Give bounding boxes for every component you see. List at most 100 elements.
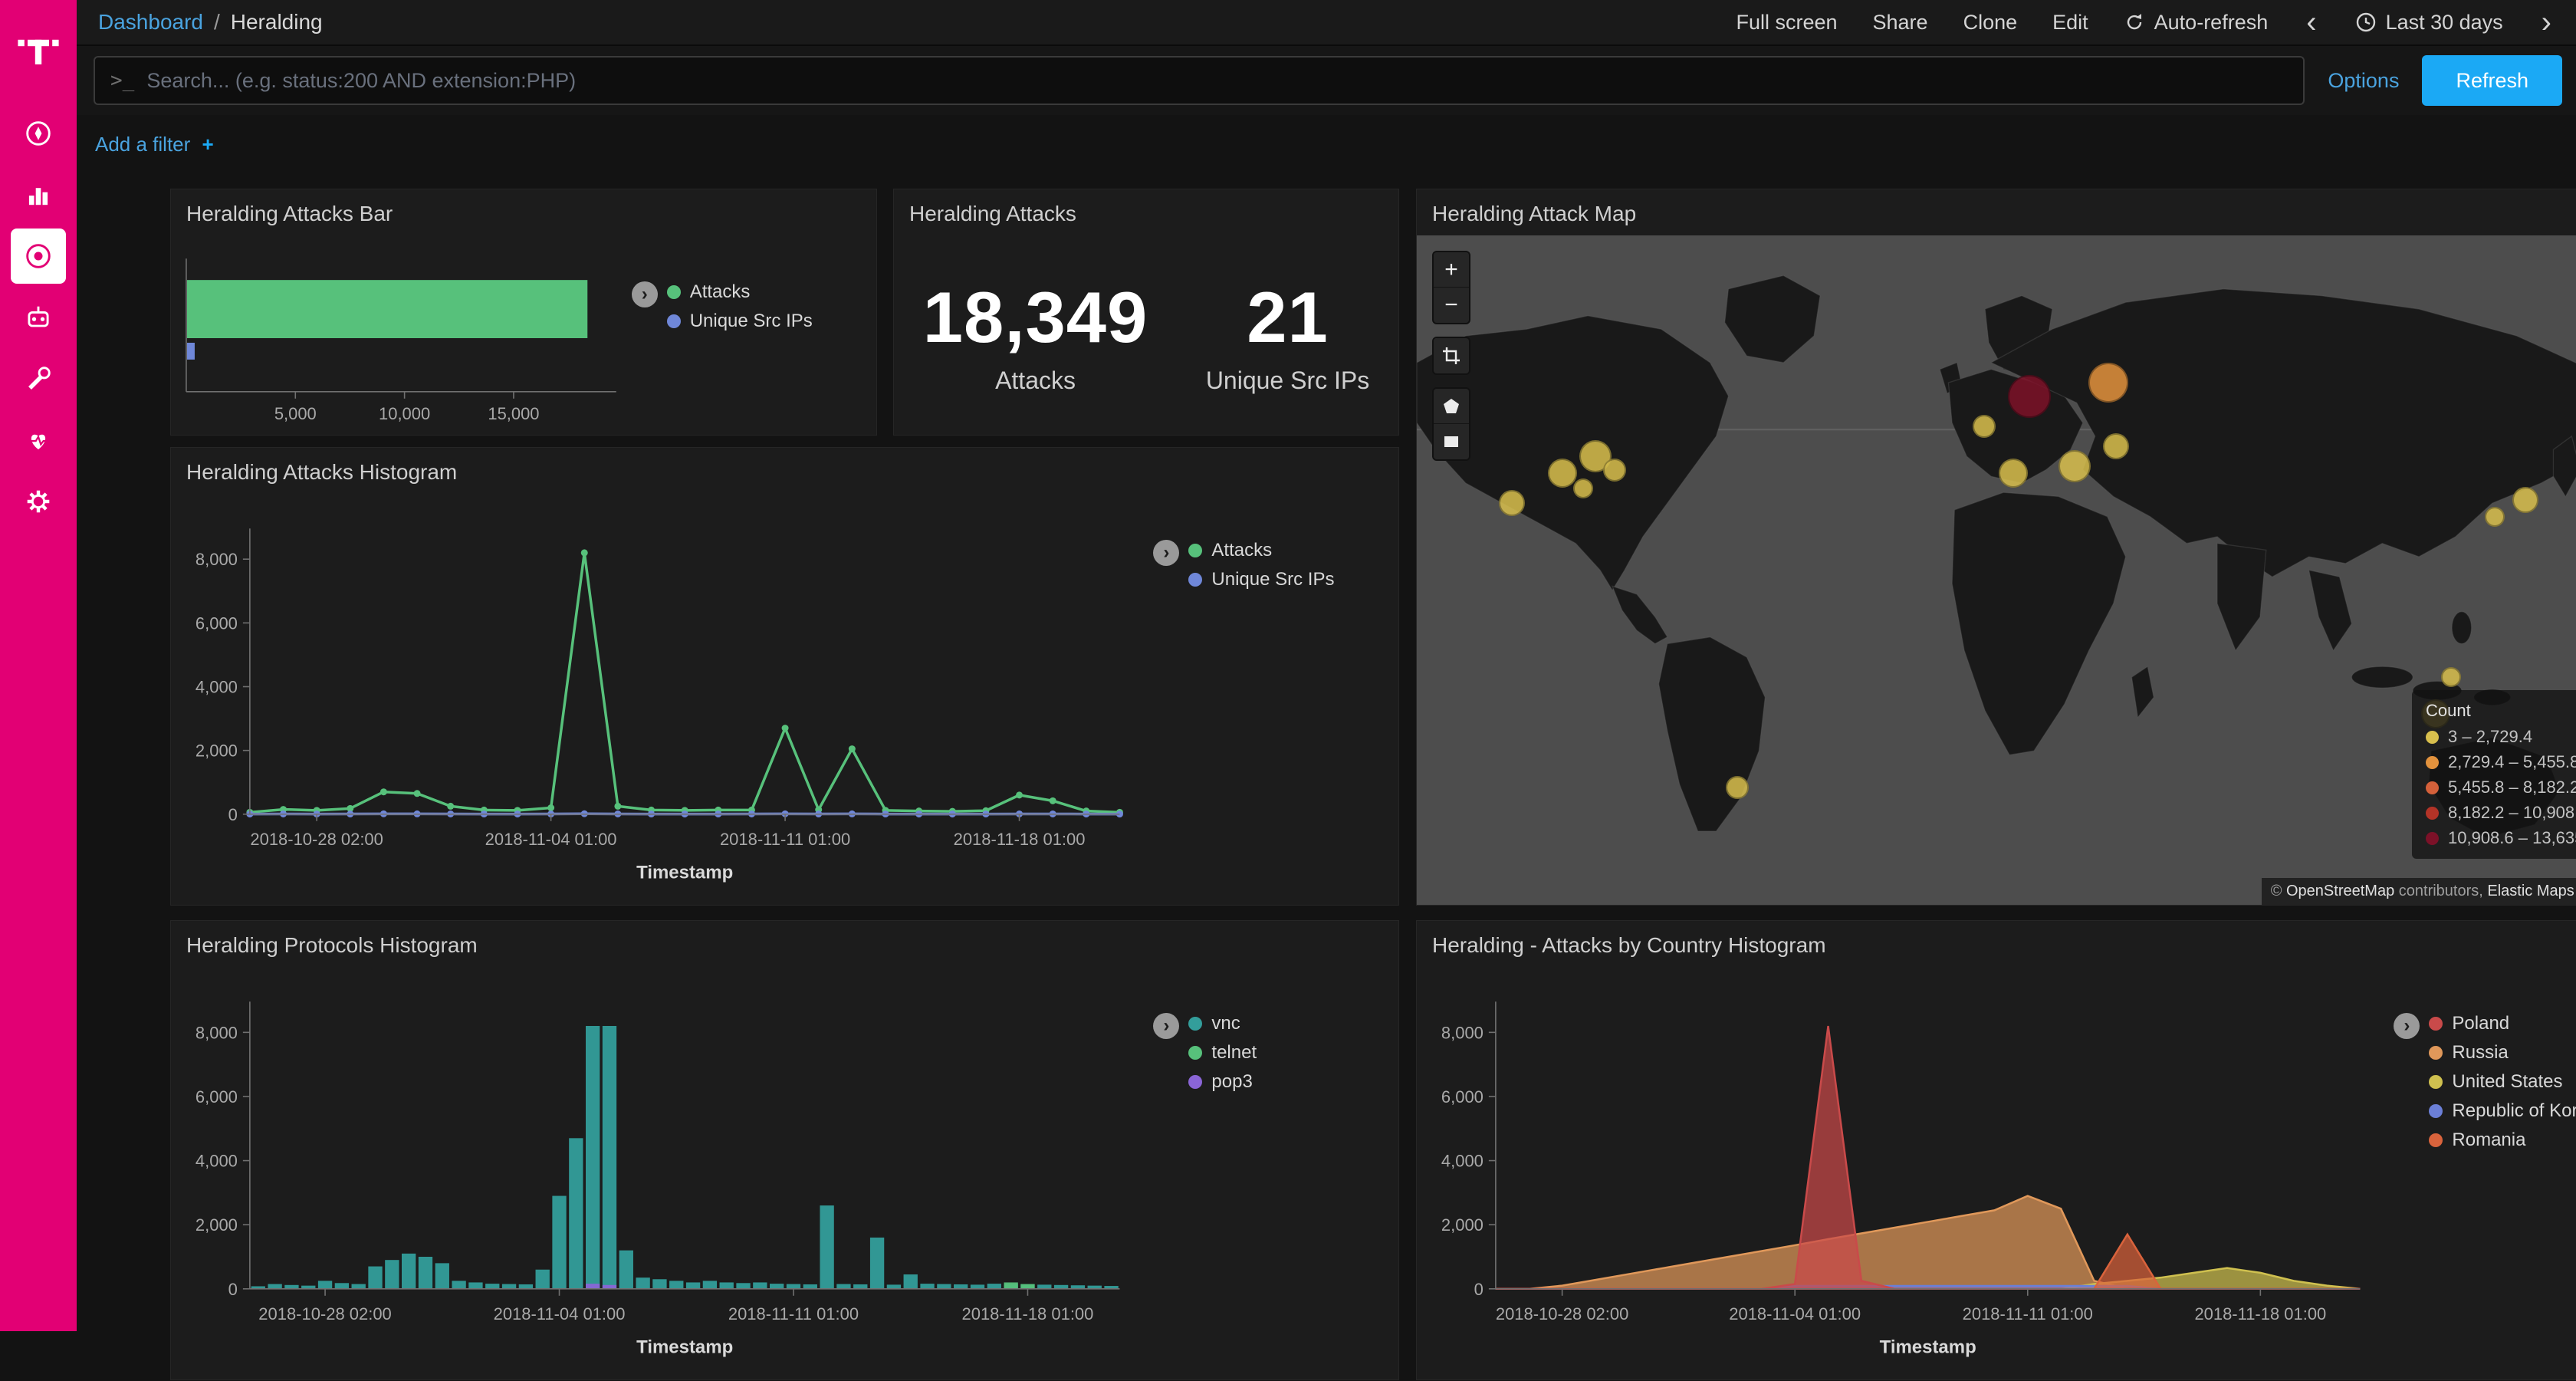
sidebar-item-discover[interactable] (11, 106, 66, 161)
legend-item[interactable]: Russia (2429, 1042, 2576, 1064)
draw-rectangle-button[interactable] (1434, 424, 1469, 459)
sidebar-item-devtools[interactable] (11, 351, 66, 406)
share-button[interactable]: Share (1873, 11, 1928, 35)
legend-toggle-icon[interactable]: › (1153, 1013, 1179, 1039)
legend-item[interactable]: Unique Src IPs (1188, 569, 1334, 590)
country-area-chart[interactable]: 02,0004,0006,0008,0002018-10-28 02:00201… (1417, 967, 2394, 1381)
svg-text:0: 0 (228, 1280, 238, 1299)
map-marker[interactable] (2103, 433, 2129, 459)
svg-text:15,000: 15,000 (488, 404, 539, 423)
zoom-in-button[interactable]: + (1434, 252, 1469, 288)
sidebar-item-management[interactable] (11, 474, 66, 529)
map-marker[interactable] (1603, 459, 1626, 482)
gear-icon (21, 485, 55, 518)
sidebar-item-visualize[interactable] (11, 167, 66, 222)
legend-item[interactable]: Attacks (667, 281, 813, 303)
map-legend-dot (2426, 807, 2439, 820)
legend-label: Russia (2452, 1042, 2508, 1064)
legend-label: Romania (2452, 1129, 2525, 1151)
legend-item[interactable]: Romania (2429, 1129, 2576, 1151)
map-marker[interactable] (2512, 487, 2538, 513)
legend-color-dot (2429, 1046, 2443, 1060)
attacks-line-chart[interactable]: 02,0004,0006,0008,0002018-10-28 02:00201… (171, 494, 1153, 906)
map-marker[interactable] (1548, 459, 1577, 488)
svg-text:6,000: 6,000 (196, 613, 238, 633)
svg-text:Timestamp: Timestamp (1880, 1337, 1976, 1358)
map-marker[interactable] (1499, 490, 1525, 516)
add-filter-link[interactable]: Add a filter + (95, 133, 214, 156)
svg-text:2,000: 2,000 (1441, 1215, 1484, 1235)
sidebar-item-dashboard[interactable] (11, 229, 66, 284)
panel-attack-map: Heralding Attack Map (1416, 189, 2576, 906)
sidebar-item-monitoring[interactable] (11, 413, 66, 468)
legend-item[interactable]: pop3 (1188, 1071, 1257, 1093)
telekom-logo (17, 6, 60, 90)
legend-toggle-icon[interactable]: › (2394, 1013, 2420, 1039)
panel-protocols-histogram: Heralding Protocols Histogram 02,0004,00… (170, 920, 1399, 1380)
metric-label: Attacks (923, 367, 1148, 395)
map-marker[interactable] (2008, 375, 2051, 418)
legend-item[interactable]: United States (2429, 1071, 2576, 1093)
draw-polygon-button[interactable] (1434, 389, 1469, 424)
svg-text:Timestamp: Timestamp (636, 863, 733, 883)
search-bar: >_ Options Refresh (77, 46, 2576, 115)
search-input[interactable] (146, 69, 2288, 93)
breadcrumb-dashboard-link[interactable]: Dashboard (98, 10, 203, 35)
map-legend-row: 3 – 2,729.4 (2426, 727, 2576, 747)
svg-text:2018-11-04 01:00: 2018-11-04 01:00 (494, 1304, 626, 1323)
attacks-bar-chart[interactable]: 5,000 10,000 15,000 (171, 235, 632, 436)
crop-icon (1441, 346, 1461, 366)
query-options-link[interactable]: Options (2328, 69, 2399, 93)
map-marker[interactable] (2088, 363, 2128, 403)
attack-map[interactable]: + − (1417, 235, 2576, 905)
map-marker[interactable] (1726, 776, 1749, 799)
timepicker-button[interactable]: Last 30 days (2355, 11, 2503, 35)
edit-button[interactable]: Edit (2052, 11, 2088, 35)
filter-bar: Add a filter + (77, 115, 2576, 173)
protocols-bar-chart[interactable]: 02,0004,0006,0008,0002018-10-28 02:00201… (171, 967, 1153, 1381)
map-marker[interactable] (1973, 415, 1996, 438)
svg-text:6,000: 6,000 (1441, 1087, 1484, 1106)
map-marker[interactable] (1999, 459, 2028, 488)
map-marker[interactable] (2485, 507, 2505, 527)
breadcrumb-separator: / (214, 10, 220, 35)
elastic-maps-service-link[interactable]: Elastic Maps Service (2487, 883, 2576, 899)
metric-unique-src-ips: 21 Unique Src IPs (1206, 276, 1369, 395)
clone-button[interactable]: Clone (1963, 11, 2018, 35)
openstreetmap-link[interactable]: OpenStreetMap (2286, 883, 2394, 899)
compass-icon (21, 117, 55, 150)
time-forward-button[interactable]: › (2538, 7, 2555, 38)
legend-item[interactable]: Poland (2429, 1013, 2576, 1034)
full-screen-button[interactable]: Full screen (1736, 11, 1837, 35)
map-legend-label: 10,908.6 – 13,635 (2448, 828, 2576, 848)
map-marker[interactable] (2058, 450, 2091, 482)
map-marker[interactable] (1573, 478, 1593, 498)
bar-chart-icon (21, 178, 55, 212)
time-back-button[interactable]: ‹ (2303, 7, 2319, 38)
legend-color-dot (2429, 1133, 2443, 1147)
legend-item[interactable]: Attacks (1188, 540, 1334, 561)
legend-item[interactable]: Unique Src IPs (667, 311, 813, 332)
legend-color-dot (667, 285, 681, 299)
legend-item[interactable]: vnc (1188, 1013, 1257, 1034)
legend-item[interactable]: Republic of Korea (2429, 1100, 2576, 1122)
fit-bounds-button[interactable] (1434, 338, 1469, 373)
map-marker-layer (1417, 235, 2576, 905)
legend-label: United States (2452, 1071, 2562, 1093)
svg-text:2018-11-04 01:00: 2018-11-04 01:00 (485, 830, 617, 849)
svg-text:2018-11-11 01:00: 2018-11-11 01:00 (1963, 1304, 2093, 1323)
zoom-out-button[interactable]: − (1434, 288, 1469, 323)
refresh-button[interactable]: Refresh (2422, 55, 2562, 106)
legend-color-dot (667, 314, 681, 328)
svg-text:5,000: 5,000 (274, 404, 317, 423)
legend-toggle-icon[interactable]: › (632, 281, 658, 307)
wrench-icon (21, 362, 55, 396)
auto-refresh-button[interactable]: Auto-refresh (2124, 11, 2269, 35)
svg-text:10,000: 10,000 (379, 404, 430, 423)
sidebar-item-tpot[interactable] (11, 290, 66, 345)
legend-item[interactable]: telnet (1188, 1042, 1257, 1064)
legend-color-dot (1188, 1046, 1202, 1060)
legend-toggle-icon[interactable]: › (1153, 540, 1179, 566)
panel-title: Heralding Attacks (894, 189, 1398, 235)
map-marker[interactable] (2441, 667, 2461, 687)
